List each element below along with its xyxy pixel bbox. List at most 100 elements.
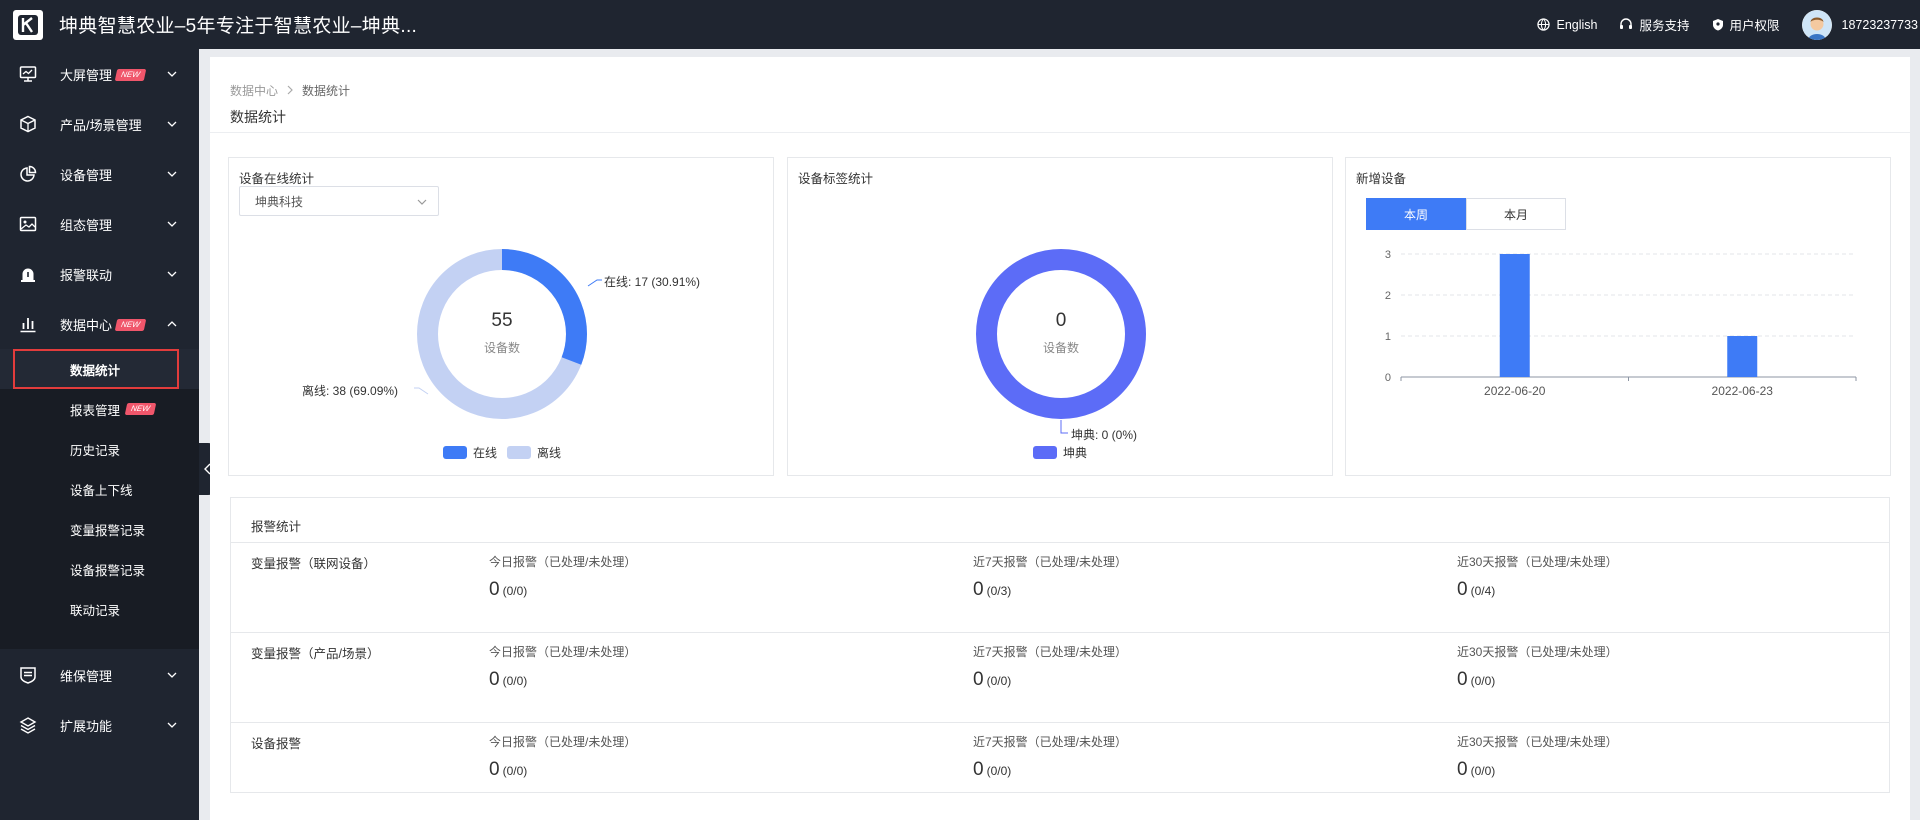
stat-label: 近30天报警（已处理/未处理） [1457,735,1618,749]
submenu-item-statistics[interactable]: 数据统计 [0,349,199,389]
user-phone[interactable]: 18723237733 [1842,18,1918,32]
stat-value: 0 [489,669,500,690]
sidebar-item-screen[interactable]: 大屏管理 NEW [0,49,199,99]
bar-chart-icon [20,318,36,333]
submenu-item-history[interactable]: 历史记录 [0,429,199,469]
sidebar: 大屏管理 NEW 产品/场景管理 设备管理 组态管理 报警联动 数据中心 NEW… [0,49,199,820]
chevron-down-icon [167,672,177,678]
stat-detail: (0/4) [1470,584,1496,598]
stat-detail: (0/0) [1470,764,1496,778]
stat-detail: (0/0) [986,674,1012,688]
stat-detail: (0/3) [986,584,1012,598]
bar[interactable] [1499,254,1530,377]
stat-detail: (0/0) [502,674,528,688]
top-bar: 坤典智慧农业–5年专注于智慧农业–坤典... English 服务支持 用户权限 [0,0,1920,49]
legend-swatch-offline [507,446,532,459]
sidebar-item-data-center[interactable]: 数据中心 NEW [0,299,199,349]
shield-icon [1712,19,1723,31]
new-devices-card: 新增设备 本周 本月 0 1 2 3 2022-06-20 2022-06-23 [1345,157,1891,476]
stat-label: 今日报警（已处理/未处理） [489,555,637,569]
stat-label: 近30天报警（已处理/未处理） [1457,645,1618,659]
y-tick-label: 2 [1385,290,1391,302]
submenu-item-variable-alarms[interactable]: 变量报警记录 [0,509,199,549]
bar[interactable] [1727,336,1758,377]
legend-tag[interactable]: 坤典 [1033,444,1087,461]
new-devices-bar-chart: 0 1 2 3 2022-06-20 2022-06-23 [1385,249,1857,398]
alarm-stat-7days: 近7天报警（已处理/未处理） 0 (0/3) [973,553,1127,601]
chevron-down-icon [167,121,177,127]
avatar[interactable] [1801,9,1832,40]
stat-value: 0 [973,579,984,600]
stat-label: 近7天报警（已处理/未处理） [973,645,1128,659]
sidebar-item-devices[interactable]: 设备管理 [0,149,199,199]
tag-callout: 坤典: 0 (0%) [1071,428,1138,442]
sidebar-item-alarm[interactable]: 报警联动 [0,249,199,299]
x-tick-label: 2022-06-23 [1712,384,1774,398]
alarm-row: 变量报警（联网设备） 今日报警（已处理/未处理） 0 (0/0) 近7天报警（已处… [231,542,1889,632]
chevron-down-icon [167,271,177,277]
alarm-stat-7days: 近7天报警（已处理/未处理） 0 (0/0) [973,643,1127,691]
legend-online[interactable]: 在线 [443,444,497,461]
legend-label: 在线 [473,446,498,460]
app-title: 坤典智慧农业–5年专注于智慧农业–坤典... [59,16,418,37]
chevron-down-icon [167,221,177,227]
breadcrumb-root[interactable]: 数据中心 [230,82,278,99]
online-legend: 在线 离线 [443,444,571,461]
maintenance-icon [20,667,36,684]
pie-chart-icon [20,165,37,182]
stat-value: 0 [489,759,500,780]
new-badge: NEW [124,403,156,415]
legend-swatch-tag [1033,446,1057,459]
sidebar-item-extensions[interactable]: 扩展功能 [0,700,199,750]
cube-icon [20,115,36,133]
app-logo[interactable] [13,9,43,40]
sidebar-item-label: 扩展功能 [60,718,113,734]
alarm-stat-today: 今日报警（已处理/未处理） 0 (0/0) [489,643,636,691]
alarm-icon [21,268,35,282]
user-avatar-icon [1801,9,1832,40]
callout-lines [414,279,602,395]
sidebar-item-maintenance[interactable]: 维保管理 [0,650,199,700]
stat-value: 0 [1457,669,1468,690]
main-content: 数据中心 数据统计 数据统计 设备在线统计 坤典科技 55 设备数 在线: 17… [210,57,1910,820]
alarm-card-title: 报警统计 [251,520,302,534]
stat-label: 近7天报警（已处理/未处理） [973,735,1128,749]
submenu-item-label: 设备上下线 [70,483,133,498]
chevron-down-icon [167,722,177,728]
submenu-item-device-online[interactable]: 设备上下线 [0,469,199,509]
chevron-up-icon [167,321,177,327]
alarm-row-name: 变量报警（产品/场景） [251,647,380,661]
sidebar-item-products[interactable]: 产品/场景管理 [0,99,199,149]
headset-icon [1620,18,1633,29]
stat-value: 0 [973,759,984,780]
permissions-link[interactable]: 用户权限 [1712,15,1780,34]
submenu-item-linkage[interactable]: 联动记录 [0,589,199,629]
sidebar-item-label: 维保管理 [60,668,113,684]
stat-label: 今日报警（已处理/未处理） [489,735,637,749]
alarm-stat-7days: 近7天报警（已处理/未处理） 0 (0/0) [973,733,1127,781]
stat-detail: (0/0) [1470,674,1496,688]
stat-detail: (0/0) [502,764,528,778]
support-label: 服务支持 [1639,19,1690,33]
legend-swatch-online [443,446,467,459]
data-center-submenu: 数据统计 报表管理 NEW 历史记录 设备上下线 变量报警记录 设备报警记录 联… [0,349,199,649]
stat-detail: (0/0) [502,584,528,598]
alarm-stat-today: 今日报警（已处理/未处理） 0 (0/0) [489,553,636,601]
stat-value: 0 [973,669,984,690]
legend-label: 离线 [537,446,562,460]
submenu-item-reports[interactable]: 报表管理 NEW [0,389,199,429]
submenu-item-device-alarms[interactable]: 设备报警记录 [0,549,199,589]
alarm-row-name: 设备报警 [251,737,302,751]
language-switch[interactable]: English [1537,18,1597,32]
support-link[interactable]: 服务支持 [1619,15,1690,34]
sidebar-item-configuration[interactable]: 组态管理 [0,199,199,249]
alarm-row: 变量报警（产品/场景） 今日报警（已处理/未处理） 0 (0/0) 近7天报警（已… [231,632,1889,722]
legend-offline[interactable]: 离线 [507,444,561,461]
stat-label: 今日报警（已处理/未处理） [489,645,637,659]
breadcrumb-separator-icon [286,84,294,98]
y-tick-label: 0 [1385,372,1391,384]
y-tick-label: 1 [1385,331,1391,343]
chevron-down-icon [167,71,177,77]
alarm-row: 设备报警 今日报警（已处理/未处理） 0 (0/0) 近7天报警（已处理/未处理）… [231,722,1889,812]
sidebar-item-label: 设备管理 [60,167,113,183]
